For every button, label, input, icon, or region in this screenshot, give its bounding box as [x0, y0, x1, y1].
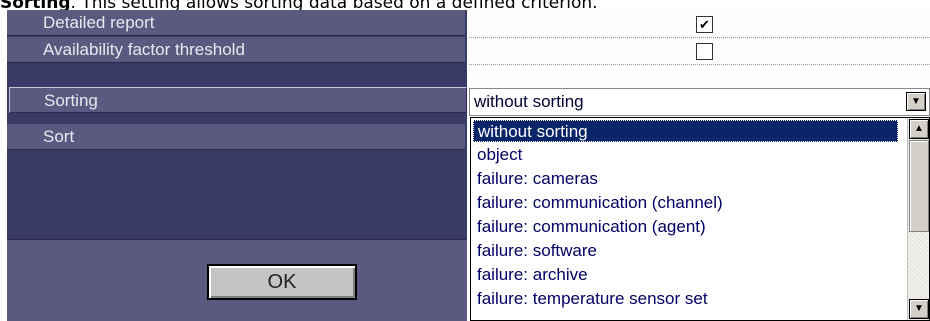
dropdown-option-failure-cameras[interactable]: failure: cameras [473, 168, 598, 190]
dropdown-option-failure-communication-agent[interactable]: failure: communication (agent) [473, 216, 706, 238]
detailed-report-checkbox[interactable]: ✔ [696, 16, 713, 33]
sorting-dropdown-list: without sorting object failure: cameras … [470, 117, 930, 321]
label-availability-factor-threshold: Availability factor threshold [7, 37, 465, 63]
dropdown-option-failure-temperature-sensor-set[interactable]: failure: temperature sensor set [473, 288, 708, 310]
scroll-up-button[interactable]: ▲ [909, 119, 929, 139]
dropdown-option-without-sorting[interactable]: without sorting [473, 120, 898, 142]
value-availability-factor-threshold [469, 37, 930, 65]
sorting-select-value: without sorting [474, 92, 584, 111]
chevron-up-icon: ▲ [914, 123, 924, 134]
labels-column: Detailed report Availability factor thre… [7, 10, 467, 321]
label-sort: Sort [7, 124, 465, 150]
sorting-select[interactable]: without sorting ▼ [469, 88, 930, 116]
label-detailed-report: Detailed report [7, 10, 465, 36]
checkmark-icon: ✔ [699, 17, 710, 32]
dropdown-option-object[interactable]: object [473, 144, 522, 166]
settings-panel: Detailed report Availability factor thre… [7, 10, 930, 321]
scrollbar-thumb[interactable] [909, 140, 929, 232]
empty-area [7, 152, 467, 240]
value-detailed-report: ✔ [469, 10, 930, 38]
dropdown-arrow-button[interactable]: ▼ [906, 92, 926, 111]
availability-factor-threshold-checkbox[interactable] [696, 43, 713, 60]
dropdown-option-failure-archive[interactable]: failure: archive [473, 264, 588, 286]
scroll-down-button[interactable]: ▼ [909, 299, 929, 319]
dropdown-scrollbar[interactable]: ▲ ▼ [907, 118, 929, 320]
chevron-down-icon: ▼ [914, 303, 924, 314]
chevron-down-icon: ▼ [911, 96, 921, 107]
label-sorting: Sorting [9, 87, 467, 113]
ok-button[interactable]: OK [207, 264, 357, 300]
dropdown-option-failure-communication-channel[interactable]: failure: communication (channel) [473, 192, 723, 214]
dropdown-option-failure-software[interactable]: failure: software [473, 240, 597, 262]
